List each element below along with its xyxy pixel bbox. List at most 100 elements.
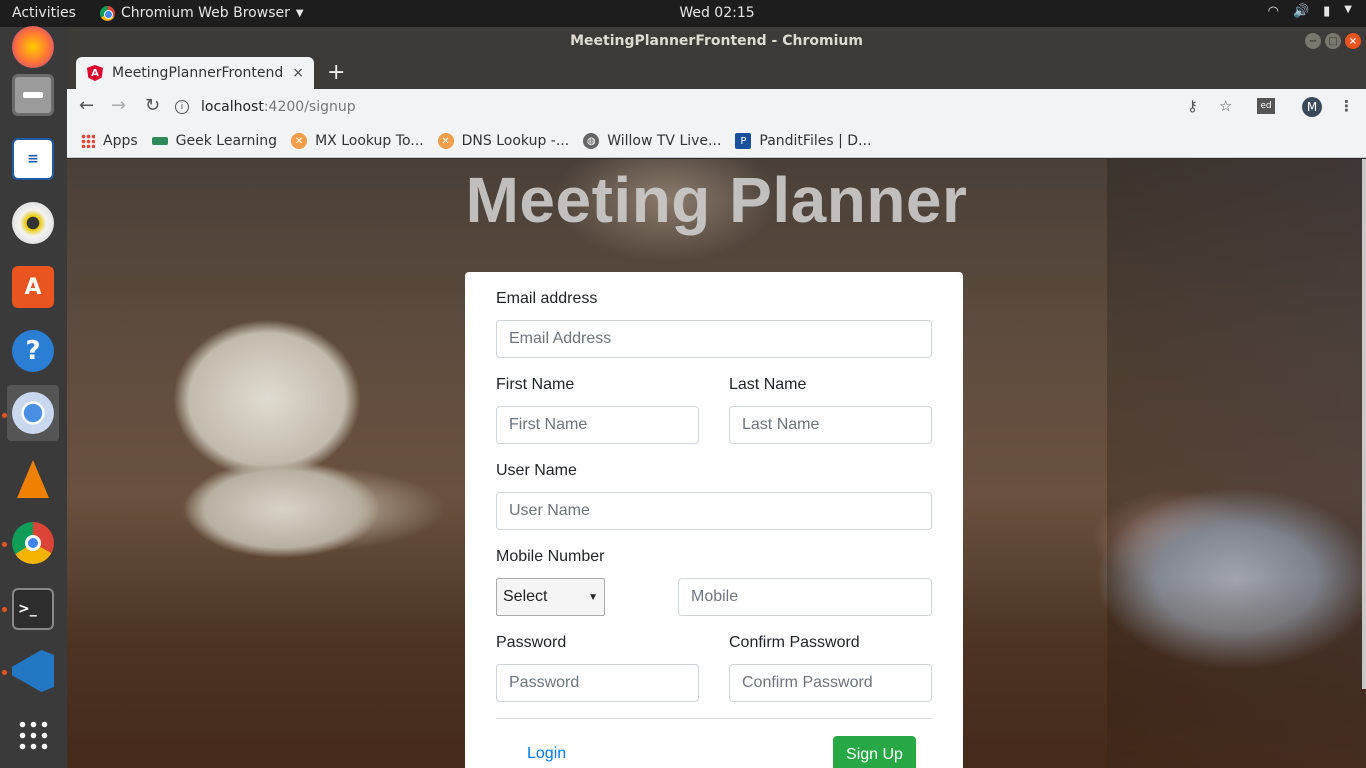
tab-strip: A MeetingPlannerFrontend × + <box>67 56 1366 89</box>
bookmarks-bar: Apps Geek Learning ✕ MX Lookup To... ✕ D… <box>67 125 1366 158</box>
back-icon[interactable]: ← <box>79 95 94 116</box>
vscode-icon <box>12 650 54 692</box>
system-tray[interactable]: ◠ 🔊 ▮ ▼ <box>1268 4 1352 19</box>
menu-icon[interactable]: ⋮ <box>1339 97 1354 115</box>
site-info-icon[interactable]: i <box>175 100 189 114</box>
chevron-down-icon: ▼ <box>588 591 598 603</box>
angular-icon: A <box>87 65 103 81</box>
battery-icon: ▮ <box>1323 4 1331 19</box>
rhythmbox-icon <box>12 202 54 244</box>
bookmark-label: PanditFiles | D... <box>759 133 872 149</box>
bookmark-mx-lookup[interactable]: ✕ MX Lookup To... <box>291 133 424 149</box>
system-top-bar: Activities Chromium Web Browser ▼ Wed 02… <box>0 0 1366 27</box>
running-indicator <box>2 670 7 675</box>
chrome-icon <box>12 522 54 564</box>
dock-software[interactable]: A <box>7 259 59 315</box>
geek-learning-icon <box>151 137 168 145</box>
first-name-field[interactable] <box>496 406 699 444</box>
dock-show-apps[interactable] <box>7 707 59 763</box>
email-label: Email address <box>496 290 598 307</box>
bookmark-panditfiles[interactable]: P PanditFiles | D... <box>735 133 871 149</box>
last-name-field[interactable] <box>729 406 932 444</box>
page-content: Meeting Planner Email address First Name… <box>67 159 1366 768</box>
username-field[interactable] <box>496 492 932 530</box>
signup-button[interactable]: Sign Up <box>833 736 916 768</box>
firefox-icon <box>12 26 54 68</box>
bookmark-label: MX Lookup To... <box>315 133 424 149</box>
form-divider <box>496 718 932 719</box>
mobile-label: Mobile Number <box>496 548 605 565</box>
login-link[interactable]: Login <box>527 745 566 763</box>
tab-close-icon[interactable]: × <box>292 65 304 81</box>
volume-icon: 🔊 <box>1292 4 1310 19</box>
bookmark-label: DNS Lookup -... <box>461 133 570 149</box>
country-code-select[interactable]: Select ▼ <box>496 578 605 616</box>
minimize-button[interactable]: − <box>1305 33 1321 49</box>
chevron-down-icon: ▼ <box>1344 4 1352 15</box>
new-tab-button[interactable]: + <box>327 60 345 85</box>
bookmark-geek-learning[interactable]: Geek Learning <box>151 133 278 149</box>
mobile-field[interactable] <box>678 578 932 616</box>
bookmark-label: Willow TV Live... <box>607 133 722 149</box>
bookmark-apps[interactable]: Apps <box>81 133 138 149</box>
last-name-label: Last Name <box>729 376 807 393</box>
browser-toolbar: ← → ↻ i localhost:4200/signup ⚷ ☆ ed M ⋮ <box>67 89 1366 125</box>
dock-writer[interactable]: ≡ <box>7 131 59 187</box>
signup-form: Email address First Name Last Name User … <box>465 272 963 768</box>
url-path: :4200/signup <box>263 99 356 115</box>
dock-rhythmbox[interactable] <box>7 195 59 251</box>
apps-grid-icon <box>81 134 95 148</box>
profile-avatar[interactable]: M <box>1302 97 1322 117</box>
dock-vscode[interactable] <box>7 643 59 699</box>
running-indicator <box>2 413 7 418</box>
forward-icon[interactable]: → <box>111 95 126 116</box>
tab-meeting-planner[interactable]: A MeetingPlannerFrontend × <box>76 57 314 89</box>
running-indicator <box>2 607 7 612</box>
software-center-icon: A <box>12 266 54 308</box>
bookmark-dns-lookup[interactable]: ✕ DNS Lookup -... <box>437 133 570 149</box>
tab-title: MeetingPlannerFrontend <box>112 65 284 81</box>
country-code-value: Select <box>503 588 548 605</box>
email-field[interactable] <box>496 320 932 358</box>
dock-files[interactable] <box>7 67 59 123</box>
page-scrollbar[interactable] <box>1362 159 1366 689</box>
confirm-password-label: Confirm Password <box>729 634 860 651</box>
mxtoolbox-icon: ✕ <box>291 133 308 149</box>
dock-vlc[interactable] <box>7 451 59 507</box>
window-title: MeetingPlannerFrontend - Chromium <box>570 33 863 49</box>
password-label: Password <box>496 634 567 651</box>
bookmark-label: Apps <box>103 133 138 149</box>
url-host: localhost <box>201 99 264 115</box>
close-window-button[interactable]: × <box>1345 33 1361 49</box>
terminal-icon: >_ <box>12 588 54 630</box>
page-title: Meeting Planner <box>465 164 968 236</box>
dock: ≡ A ? >_ <box>0 26 67 768</box>
bookmark-star-icon[interactable]: ☆ <box>1219 97 1232 115</box>
password-field[interactable] <box>496 664 699 702</box>
wifi-icon: ◠ <box>1267 4 1279 19</box>
vlc-icon <box>12 458 54 500</box>
writer-icon: ≡ <box>12 138 54 180</box>
bookmark-willow-tv[interactable]: ◍ Willow TV Live... <box>583 133 721 149</box>
files-icon <box>12 74 54 116</box>
extension-icon[interactable]: ed <box>1257 98 1275 114</box>
key-icon[interactable]: ⚷ <box>1187 97 1198 115</box>
username-label: User Name <box>496 462 577 479</box>
clock[interactable]: Wed 02:15 <box>0 5 1366 21</box>
show-apps-icon <box>16 718 50 752</box>
chromium-icon <box>12 392 54 434</box>
maximize-button[interactable]: □ <box>1325 33 1341 49</box>
globe-icon: ◍ <box>583 133 600 149</box>
confirm-password-field[interactable] <box>729 664 932 702</box>
help-icon: ? <box>12 330 54 372</box>
dock-chrome[interactable] <box>7 515 59 571</box>
first-name-label: First Name <box>496 376 575 393</box>
reload-icon[interactable]: ↻ <box>145 95 160 116</box>
dock-help[interactable]: ? <box>7 323 59 379</box>
mxtoolbox-icon: ✕ <box>437 133 454 149</box>
dock-chromium[interactable] <box>7 385 59 441</box>
dock-terminal[interactable]: >_ <box>7 581 59 637</box>
window-title-bar: MeetingPlannerFrontend - Chromium − □ × <box>67 27 1366 56</box>
bookmark-label: Geek Learning <box>175 133 278 149</box>
address-bar[interactable]: i localhost:4200/signup <box>175 93 1175 121</box>
